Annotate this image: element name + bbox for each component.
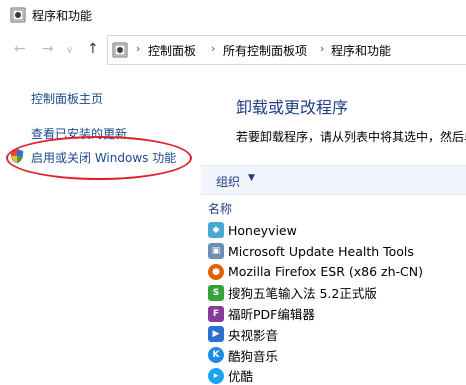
program-name: 优酷 <box>228 369 254 385</box>
breadcrumb-separator-icon[interactable]: › <box>211 42 215 55</box>
program-row[interactable]: ▸ 优酷 <box>208 366 466 385</box>
cctv-icon: ▶ <box>208 326 224 343</box>
command-toolbar: 组织 ▼ <box>201 165 466 195</box>
sogou-wubi-icon: S <box>208 284 224 301</box>
program-row[interactable]: F 福昕PDF编辑器 <box>208 303 466 324</box>
address-bar[interactable]: › 控制面板 › 所有控制面板项 › 程序和功能 <box>107 35 466 65</box>
foxit-pdf-icon: F <box>208 305 224 322</box>
program-name: Honeyview <box>228 222 297 238</box>
program-row[interactable]: K 酷狗音乐 <box>208 345 466 366</box>
forward-arrow-icon[interactable]: → <box>42 41 54 57</box>
firefox-icon: ● <box>208 263 224 280</box>
control-panel-icon <box>112 42 128 58</box>
back-arrow-icon[interactable]: ← <box>14 41 26 57</box>
breadcrumb-separator-icon[interactable]: › <box>320 42 324 55</box>
red-highlight-circle <box>6 136 192 180</box>
honeyview-icon: ◆ <box>208 222 224 239</box>
breadcrumb-control-panel[interactable]: 控制面板 <box>148 42 196 59</box>
program-name: 央视影音 <box>228 327 279 343</box>
program-name: Microsoft Update Health Tools <box>228 243 414 259</box>
breadcrumb-separator-icon[interactable]: › <box>136 42 140 55</box>
kugou-icon: K <box>208 347 224 364</box>
program-name: 酷狗音乐 <box>228 348 279 364</box>
youku-icon: ▸ <box>208 367 224 384</box>
breadcrumb-all-items[interactable]: 所有控制面板项 <box>223 42 307 59</box>
program-name: 搜狗五笔输入法 5.2正式版 <box>228 286 377 302</box>
page-title: 卸载或更改程序 <box>236 98 349 117</box>
dropdown-caret-icon[interactable]: ▼ <box>248 173 255 183</box>
organize-button[interactable]: 组织 <box>216 173 240 190</box>
program-row[interactable]: ◆ Honeyview <box>208 220 466 241</box>
control-panel-icon <box>10 7 26 23</box>
title-bar: 程序和功能 <box>0 0 466 30</box>
program-name: 福昕PDF编辑器 <box>228 307 315 323</box>
page-description: 若要卸载程序，请从列表中将其选中，然后单 <box>236 130 466 144</box>
program-name: Mozilla Firefox ESR (x86 zh-CN) <box>228 264 423 280</box>
name-column-header[interactable]: 名称 <box>208 200 232 217</box>
program-row[interactable]: ▣ Microsoft Update Health Tools <box>208 241 466 262</box>
program-row[interactable]: ● Mozilla Firefox ESR (x86 zh-CN) <box>208 262 466 283</box>
installer-icon: ▣ <box>208 243 224 260</box>
program-row[interactable]: ▶ 央视影音 <box>208 324 466 345</box>
breadcrumb-programs-features[interactable]: 程序和功能 <box>331 42 391 59</box>
program-row[interactable]: S 搜狗五笔输入法 5.2正式版 <box>208 282 466 303</box>
window-title: 程序和功能 <box>32 9 93 23</box>
recent-pages-chevron-icon[interactable]: ∨ <box>66 43 73 59</box>
up-arrow-icon[interactable]: ↑ <box>87 41 99 57</box>
program-list: ◆ Honeyview ▣ Microsoft Update Health To… <box>208 220 466 385</box>
control-panel-home-link[interactable]: 控制面板主页 <box>31 90 103 107</box>
